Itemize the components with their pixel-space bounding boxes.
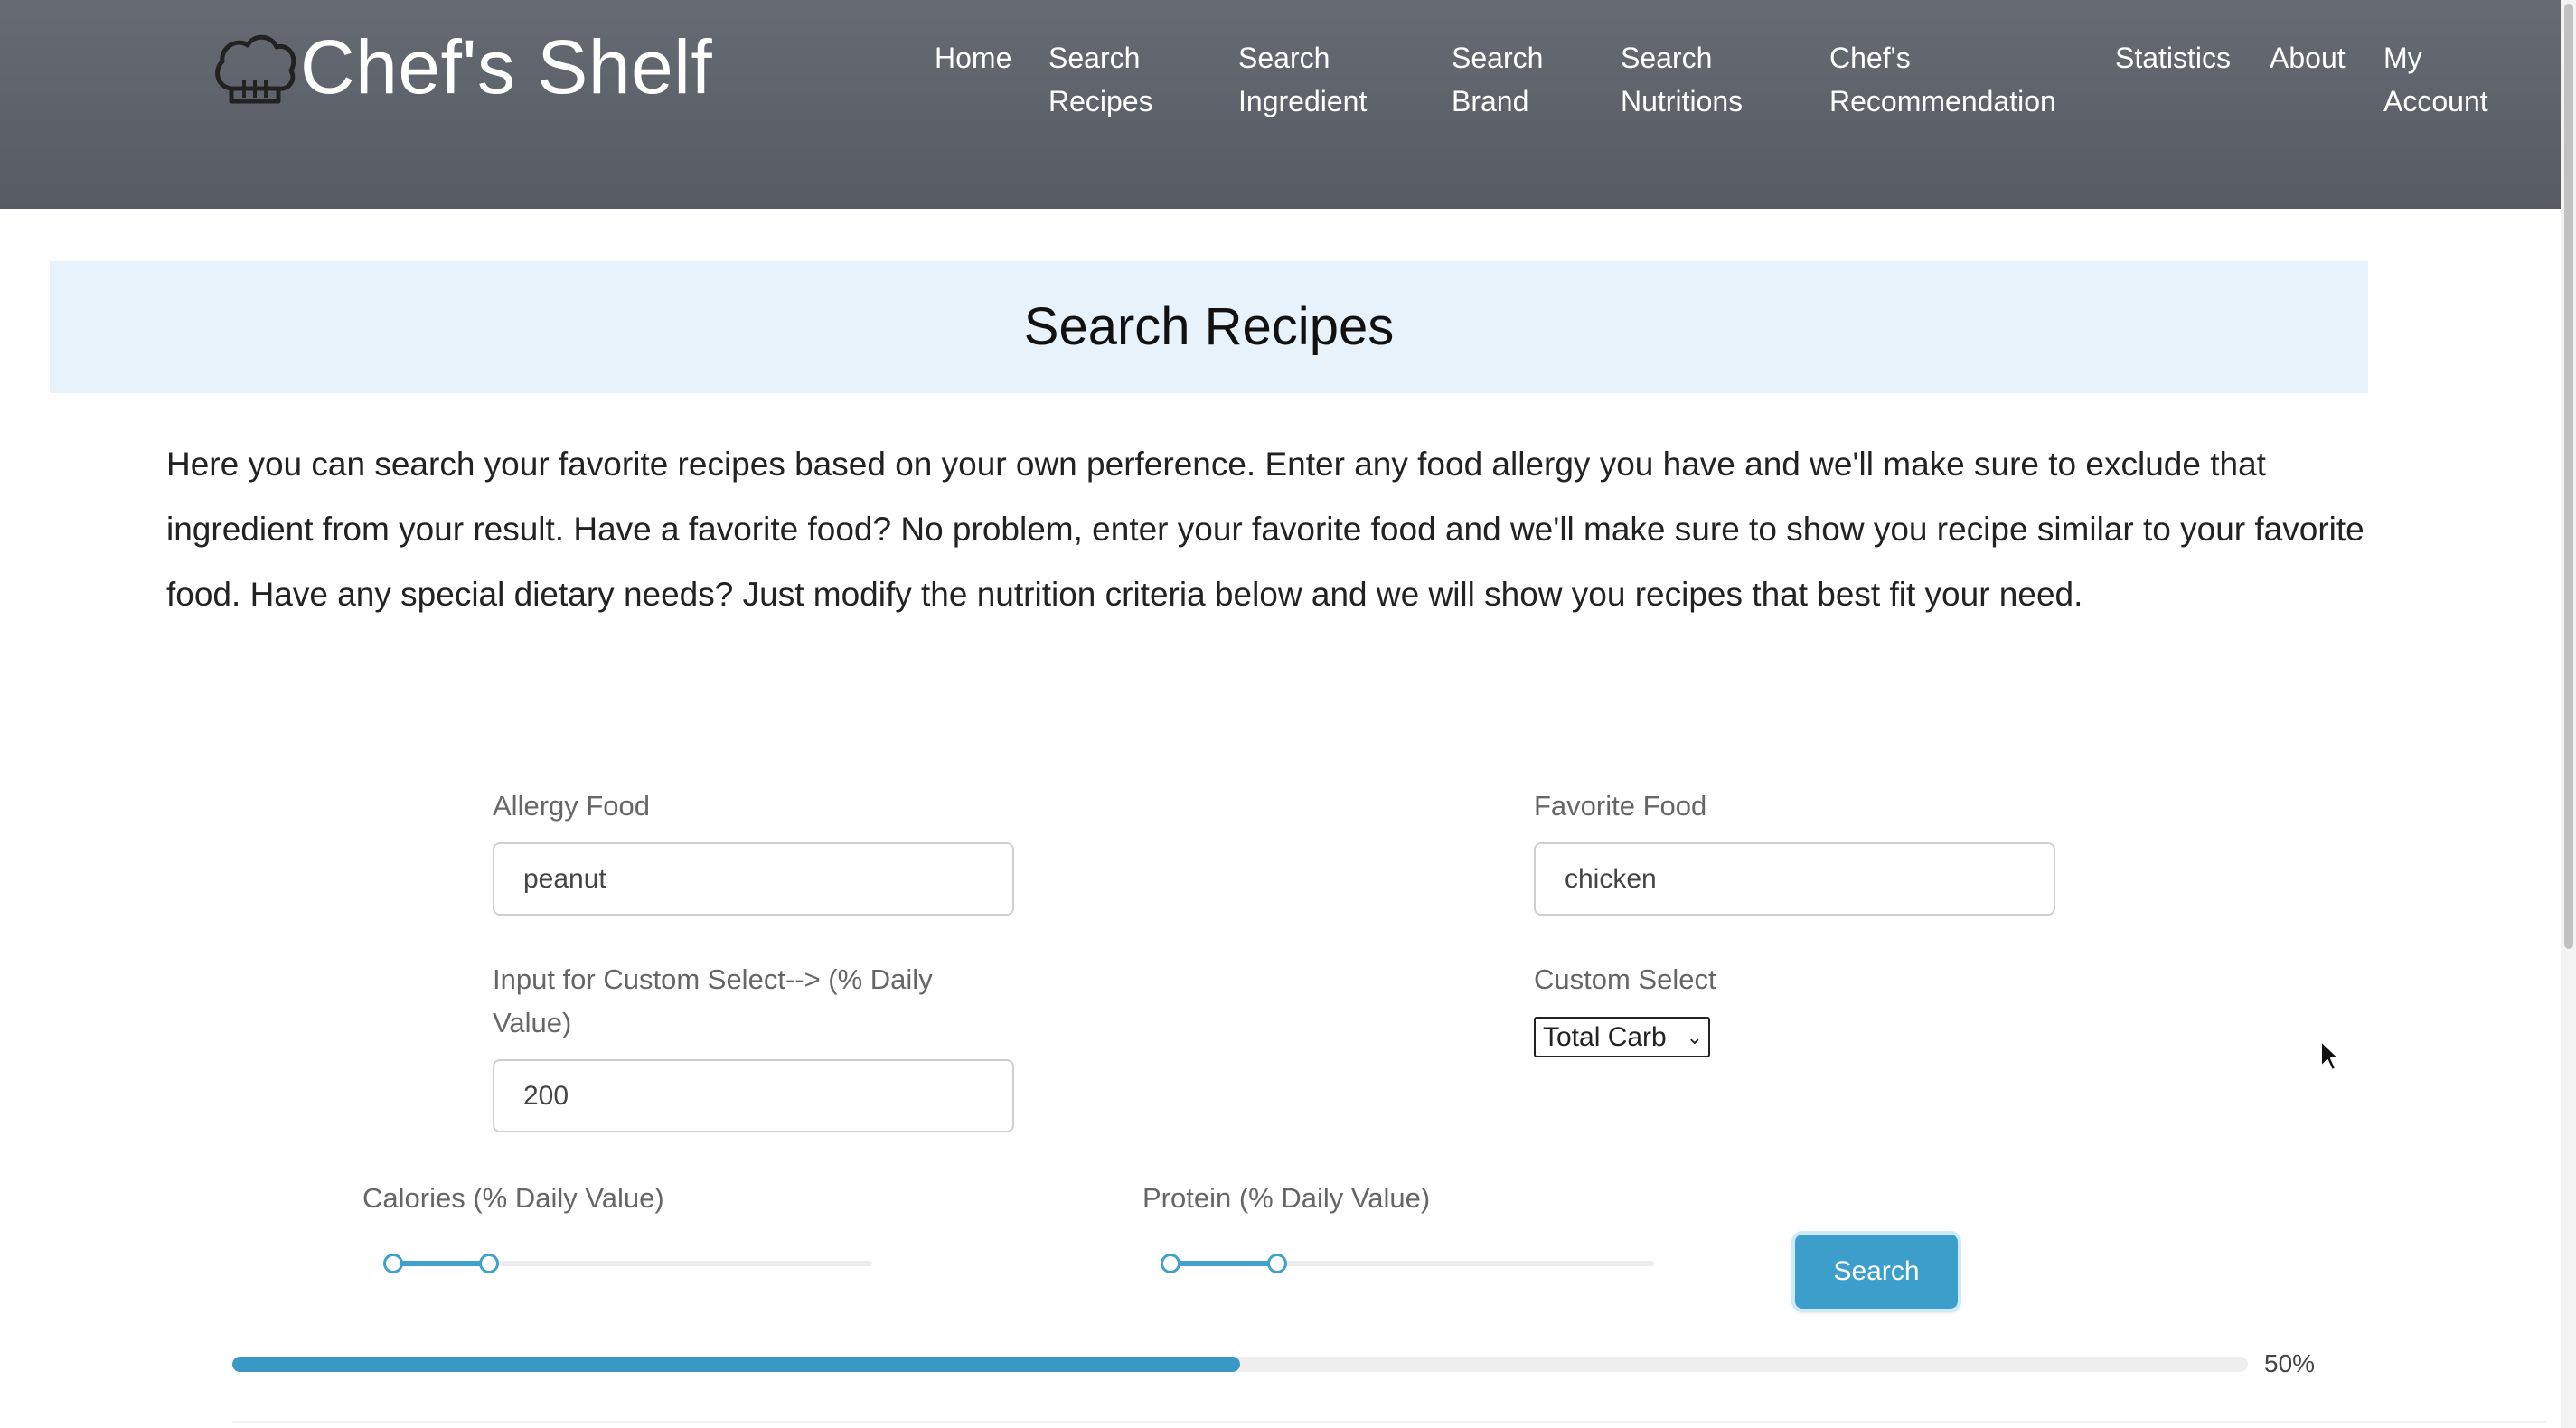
favorite-food-input[interactable]: [1534, 842, 2055, 916]
protein-slider-min-handle[interactable]: [1161, 1254, 1180, 1273]
calories-slider-min-handle[interactable]: [383, 1254, 403, 1273]
favorite-food-label: Favorite Food: [1534, 790, 1707, 822]
chef-hat-icon: [215, 34, 296, 104]
allergy-food-label: Allergy Food: [493, 790, 651, 822]
top-navbar: Chef's Shelf Home Search Recipes Search …: [0, 0, 2561, 209]
title-banner: Search Recipes: [50, 261, 2368, 393]
nav-about[interactable]: About: [2270, 36, 2346, 80]
custom-value-label: Input for Custom Select--> (% Daily Valu…: [493, 963, 933, 1038]
protein-slider-label: Protein (% Daily Value): [1142, 1182, 1431, 1214]
scrollbar-thumb[interactable]: [2564, 4, 2573, 949]
progress-percent: 50%: [2264, 1349, 2316, 1377]
nav-search-recipes[interactable]: Search Recipes: [1048, 36, 1153, 123]
brand-name[interactable]: Chef's Shelf: [300, 23, 712, 111]
search-button[interactable]: Search: [1795, 1235, 1958, 1309]
calories-slider-label: Calories (% Daily Value): [362, 1182, 664, 1214]
custom-value-input[interactable]: [493, 1059, 1014, 1132]
progress-bar-fill: [232, 1357, 1240, 1372]
allergy-food-input[interactable]: [493, 842, 1014, 916]
nav-statistics[interactable]: Statistics: [2115, 36, 2231, 80]
protein-slider-fill: [1170, 1261, 1277, 1266]
custom-select-dropdown[interactable]: Total Carb ⌄: [1534, 1017, 1710, 1057]
mouse-cursor-icon: [2320, 1040, 2340, 1071]
divider: [232, 1421, 2546, 1423]
nav-home[interactable]: Home: [935, 36, 1011, 80]
custom-select-value: Total Carb: [1543, 1022, 1667, 1052]
nav-my-account[interactable]: My Account: [2383, 36, 2488, 123]
progress-bar: [232, 1357, 2248, 1372]
nav-search-ingredient[interactable]: Search Ingredient: [1238, 36, 1367, 123]
nav-search-brand[interactable]: Search Brand: [1452, 36, 1543, 123]
chevron-down-icon: ⌄: [1686, 1026, 1703, 1048]
protein-slider-max-handle[interactable]: [1266, 1254, 1287, 1273]
custom-select-label: Custom Select: [1534, 963, 1716, 995]
nav-chefs-recommendation[interactable]: Chef's Recommendation: [1829, 36, 2056, 123]
page-description: Here you can search your favorite recipe…: [166, 446, 2364, 613]
nav-search-nutritions[interactable]: Search Nutritions: [1621, 36, 1743, 123]
page-title: Search Recipes: [1023, 297, 1395, 356]
calories-slider-fill: [393, 1261, 489, 1266]
calories-slider-max-handle[interactable]: [479, 1254, 499, 1273]
